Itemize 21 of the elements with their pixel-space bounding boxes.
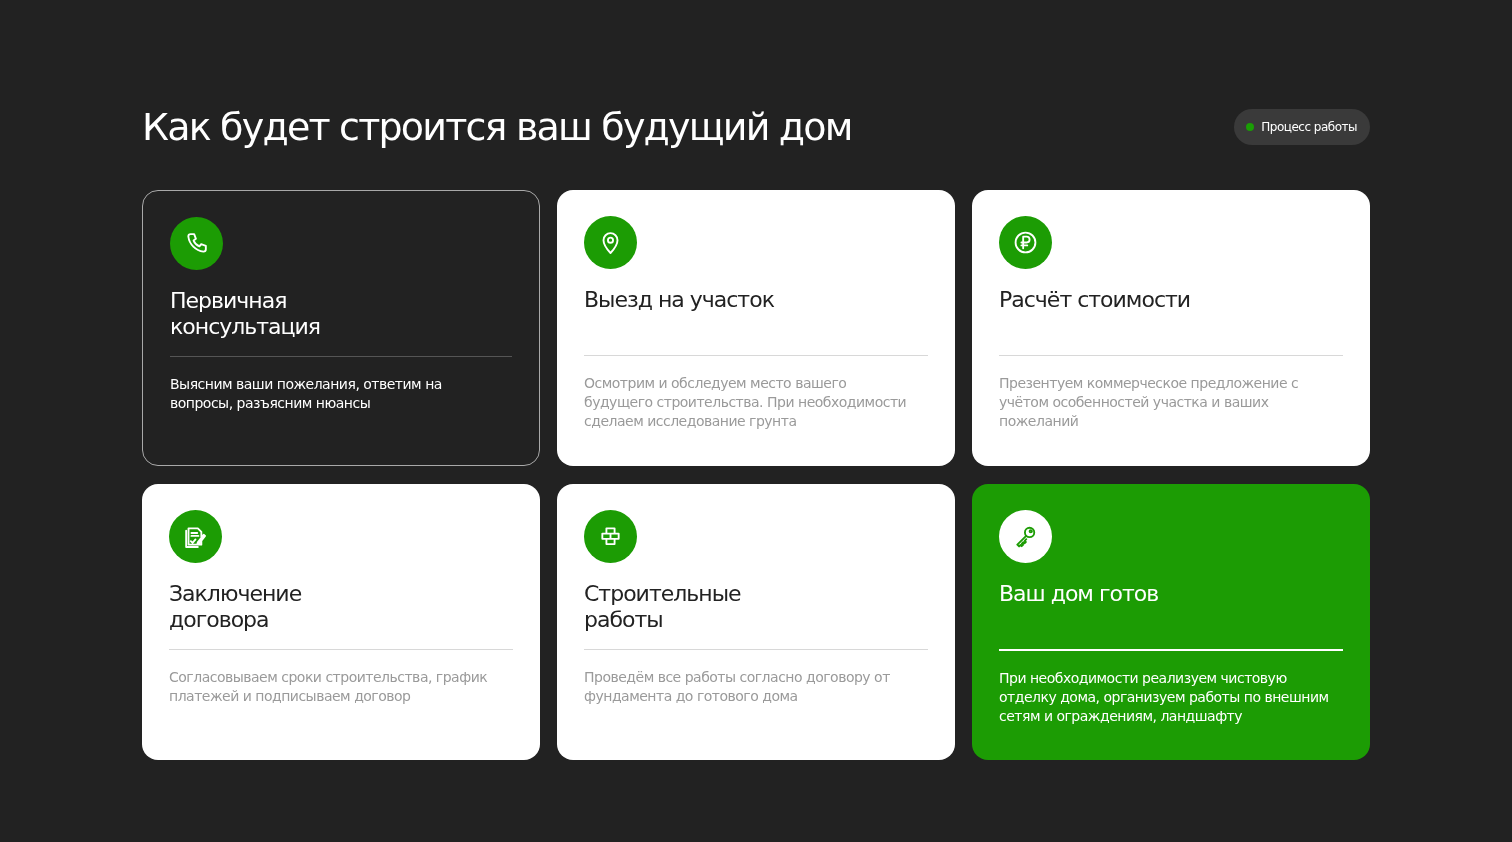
phone-icon: [170, 217, 223, 270]
page-heading: Как будет строится ваш будущий дом: [142, 105, 852, 149]
bricks-icon: [584, 510, 637, 563]
card-title: Выезд на участок: [584, 287, 775, 314]
card-title: Ваш дом готов: [999, 581, 1160, 608]
card-title: Расчёт стоимости: [999, 287, 1192, 314]
card-description: Презентуем коммерческое предложение с учётом особенностей участка и ваших пожеланий: [999, 374, 1300, 431]
key-icon: [999, 510, 1052, 563]
card-title: Первичная консультация: [170, 288, 322, 340]
status-dot: [1246, 123, 1255, 131]
card-description: Проведём все работы согласно договору от фундамента до готового дома: [584, 668, 891, 706]
card-description: Согласовываем сроки строительства, график платежей и подписываем договор: [169, 668, 489, 706]
card-description: Осмотрим и обследуем место вашего будущего строительства. При необходимости сделаем исследование грунта: [584, 374, 908, 431]
ruble-coin-icon: [999, 216, 1052, 269]
card-description: Выясним ваши пожелания, ответим на вопросы, разъясним нюансы: [170, 375, 443, 413]
card-title: Заключение договора: [169, 581, 303, 633]
section-badge: Процесс работы: [1234, 109, 1370, 145]
card-description: При необходимости реализуем чистовую отделку дома, организуем работы по внешним сетям и ограждениям, ландшафту: [999, 669, 1329, 726]
document-pen-icon: [169, 510, 222, 563]
card-title: Строительные работы: [584, 581, 742, 633]
location-pin-icon: [584, 216, 637, 269]
